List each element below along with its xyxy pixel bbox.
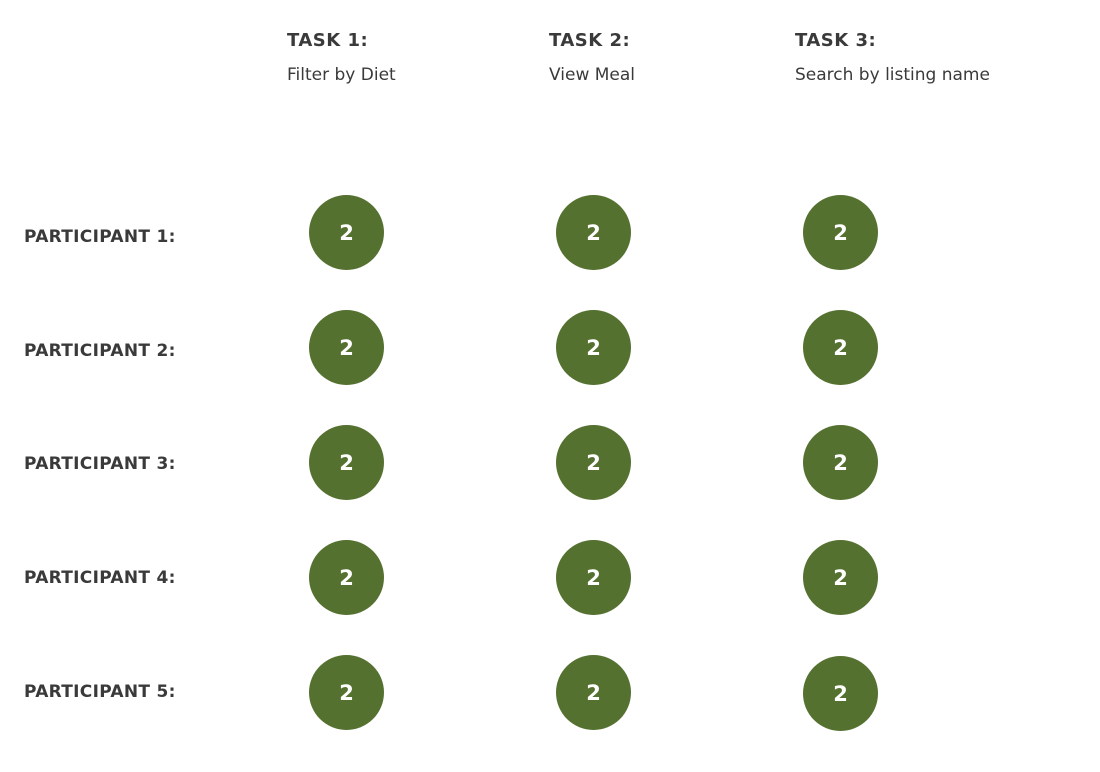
score-circle: 2 xyxy=(556,310,631,385)
task-description: View Meal xyxy=(549,65,636,85)
score-circle: 2 xyxy=(556,655,631,730)
score-circle: 2 xyxy=(556,540,631,615)
task-header-1: TASK 1: Filter by Diet xyxy=(287,28,396,87)
participant-label: PARTICIPANT 5: xyxy=(24,682,176,702)
participant-label: PARTICIPANT 3: xyxy=(24,454,176,474)
participant-label: PARTICIPANT 4: xyxy=(24,568,176,588)
participant-label: PARTICIPANT 2: xyxy=(24,341,176,361)
score-circle: 2 xyxy=(309,655,384,730)
score-circle: 2 xyxy=(556,425,631,500)
score-circle: 2 xyxy=(803,310,878,385)
score-circle: 2 xyxy=(309,425,384,500)
task-title: TASK 3: xyxy=(795,30,877,51)
task-description: Filter by Diet xyxy=(287,65,396,85)
score-circle: 2 xyxy=(309,195,384,270)
score-circle: 2 xyxy=(803,425,878,500)
task-title: TASK 1: xyxy=(287,30,369,51)
task-description: Search by listing name xyxy=(795,65,990,85)
task-title: TASK 2: xyxy=(549,30,631,51)
participant-label: PARTICIPANT 1: xyxy=(24,227,176,247)
score-circle: 2 xyxy=(803,540,878,615)
score-circle: 2 xyxy=(309,310,384,385)
score-circle: 2 xyxy=(556,195,631,270)
task-header-3: TASK 3: Search by listing name xyxy=(795,28,990,87)
score-circle: 2 xyxy=(803,656,878,731)
score-circle: 2 xyxy=(309,540,384,615)
score-circle: 2 xyxy=(803,195,878,270)
task-header-2: TASK 2: View Meal xyxy=(549,28,635,87)
